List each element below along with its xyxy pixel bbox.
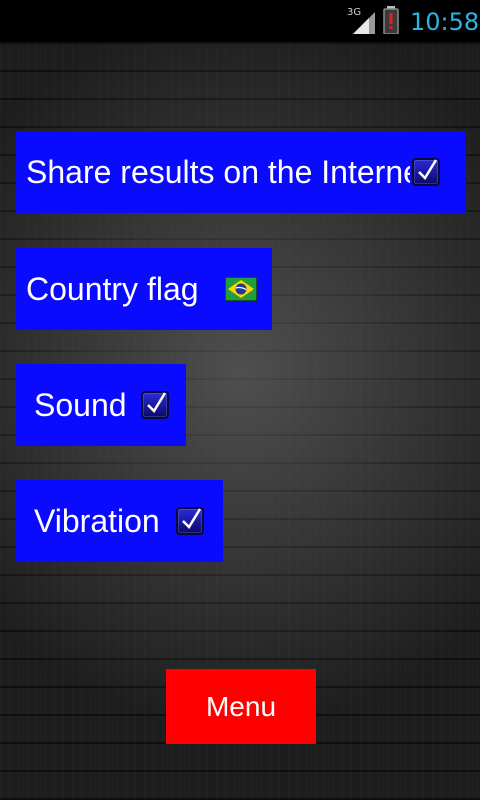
network-indicator: 3G	[347, 8, 377, 34]
country-flag-button[interactable]: Country flag	[16, 248, 272, 330]
menu-button[interactable]: Menu	[166, 669, 316, 744]
brazil-flag-icon	[224, 277, 257, 301]
signal-icon	[353, 12, 375, 34]
sound-button[interactable]: Sound	[16, 364, 186, 446]
status-bar: 3G 10:58	[0, 0, 480, 42]
share-results-button[interactable]: Share results on the Internet	[16, 131, 466, 213]
country-flag-label: Country flag	[26, 270, 199, 307]
share-results-label: Share results on the Internet	[26, 153, 410, 190]
checkmark-icon	[181, 508, 201, 530]
battery-alert-icon	[383, 6, 399, 35]
checkmark-icon	[146, 392, 166, 414]
checkmark-icon	[418, 159, 438, 181]
vibration-checkbox[interactable]	[175, 507, 204, 535]
share-results-checkbox[interactable]	[412, 158, 440, 186]
status-time: 10:58	[410, 8, 480, 36]
sound-label: Sound	[34, 386, 127, 423]
vibration-label: Vibration	[34, 502, 160, 539]
vibration-button[interactable]: Vibration	[16, 480, 223, 562]
sound-checkbox[interactable]	[140, 391, 169, 419]
